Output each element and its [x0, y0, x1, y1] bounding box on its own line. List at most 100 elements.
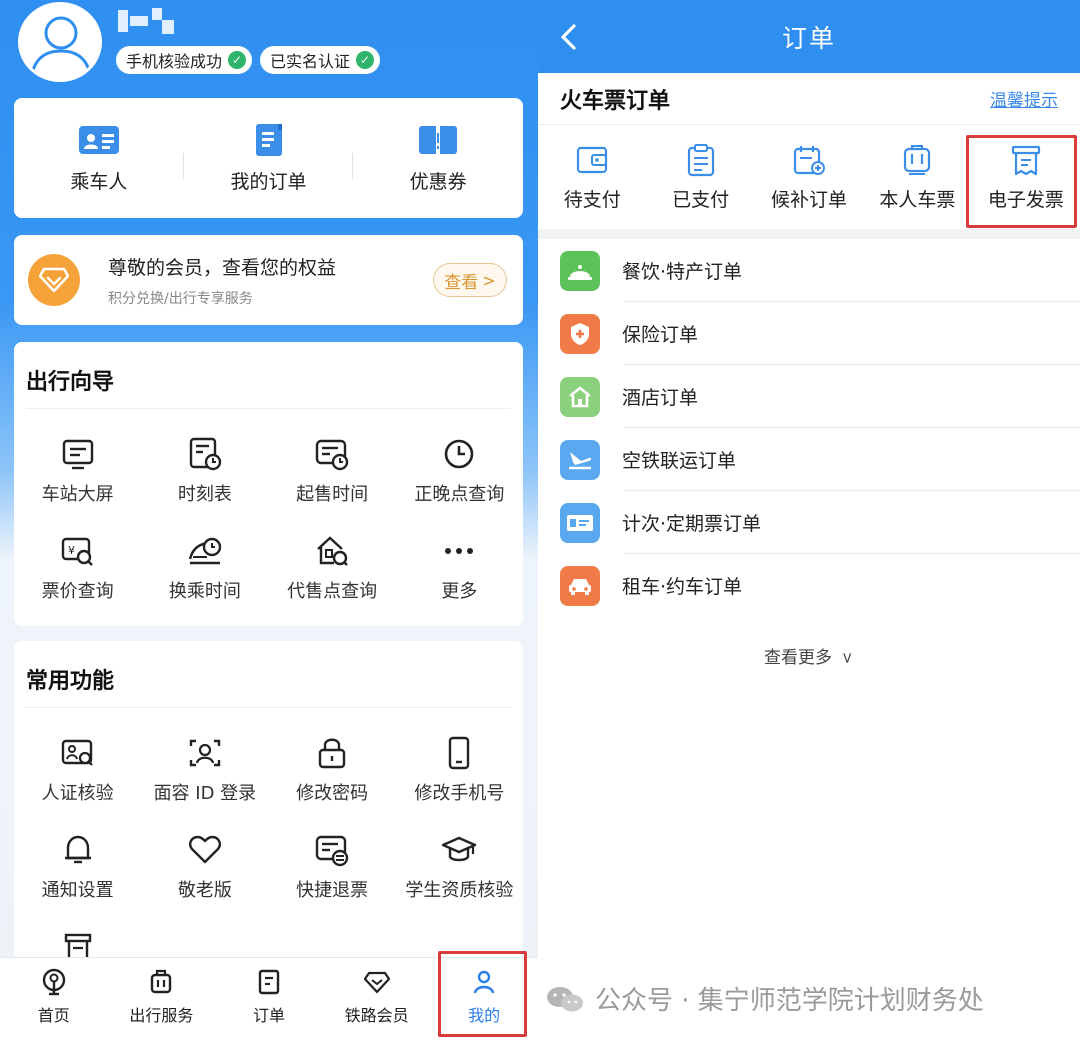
order-air-rail[interactable]: 空铁联运订单 [538, 428, 1080, 491]
passenger-card-icon [78, 125, 119, 154]
page-title: 订单 [781, 23, 836, 53]
guide-label: 时刻表 [177, 484, 232, 505]
vip-text: 尊敬的会员，查看您的权益 积分兑换/出行专享服务 [108, 253, 433, 308]
quick-my-orders[interactable]: 我的订单 [184, 123, 354, 194]
tab-label: 订单 [252, 1006, 285, 1025]
func-label: 修改密码 [296, 783, 369, 804]
pass-ticket-icon [560, 502, 600, 543]
guide-sale-time[interactable]: 起售时间 [269, 422, 396, 519]
sale-time-icon [315, 439, 349, 471]
guide-label: 起售时间 [296, 484, 369, 505]
guide-label: 车站大屏 [41, 484, 114, 505]
func-label: 快捷退票 [296, 880, 369, 901]
order-type-label: 候补订单 [771, 188, 848, 211]
order-type-waitlist[interactable]: 候补订单 [755, 143, 863, 212]
tips-link[interactable]: 温馨提示 [990, 86, 1058, 111]
wechat-icon [547, 986, 583, 1011]
func-change-password[interactable]: 修改密码 [269, 721, 396, 818]
order-label: 酒店订单 [622, 387, 699, 409]
func-elder-mode[interactable]: 敬老版 [141, 818, 268, 915]
travel-guide-grid: 车站大屏 时刻表 起售时间 正晚点查询 ¥ 票价查询 换乘时间 代售点查询 更多 [14, 422, 523, 616]
order-hotel[interactable]: 酒店订单 [538, 365, 1080, 428]
member-benefits-card[interactable]: 尊敬的会员，查看您的权益 积分兑换/出行专享服务 查看 > [14, 235, 523, 325]
func-label: 面容 ID 登录 [153, 783, 257, 804]
see-more-button[interactable]: 查看更多 > [538, 643, 1080, 668]
func-label: 敬老版 [177, 880, 232, 901]
order-type-my-tickets[interactable]: 本人车票 [863, 143, 971, 212]
order-label: 空铁联运订单 [622, 450, 737, 472]
tab-label: 出行服务 [129, 1006, 194, 1025]
guide-more[interactable]: 更多 [396, 519, 523, 616]
func-id-verify[interactable]: 人证核验 [14, 721, 141, 818]
quick-passenger[interactable]: 乘车人 [14, 123, 184, 194]
tab-orders[interactable]: 订单 [215, 958, 323, 1040]
quick-label: 我的订单 [230, 170, 307, 193]
travel-guide-card: 出行向导 车站大屏 时刻表 起售时间 正晚点查询 ¥ 票价查询 换乘时间 代售点… [14, 342, 523, 626]
phone-icon [449, 736, 470, 770]
avatar[interactable] [18, 2, 102, 82]
bell-icon [64, 835, 91, 864]
guide-delay-query[interactable]: 正晚点查询 [396, 422, 523, 519]
divider [26, 707, 511, 708]
func-face-id[interactable]: 面容 ID 登录 [141, 721, 268, 818]
guide-station-screen[interactable]: 车站大屏 [14, 422, 141, 519]
func-notifications[interactable]: 通知设置 [14, 818, 141, 915]
guide-transfer-time[interactable]: 换乘时间 [141, 519, 268, 616]
shield-plus-icon [560, 313, 600, 354]
dining-bell-icon [560, 250, 600, 291]
common-functions-card: 常用功能 人证核验 面容 ID 登录 修改密码 修改手机号 通知设置 敬老版 快… [14, 641, 523, 961]
func-change-phone[interactable]: 修改手机号 [396, 721, 523, 818]
realname-verified-badge: 已实名认证 ✓ [260, 46, 381, 74]
divider [26, 408, 511, 409]
tab-railway-member[interactable]: 铁路会员 [323, 958, 431, 1040]
tab-travel-service[interactable]: 出行服务 [108, 958, 216, 1040]
train-order-types: 待支付 已支付 候补订单 本人车票 电子发票 [538, 125, 1080, 239]
tab-home[interactable]: 首页 [0, 958, 108, 1040]
coupon-icon [419, 125, 458, 154]
order-type-paid[interactable]: 已支付 [646, 143, 754, 212]
train-orders-header: 火车票订单 温馨提示 [538, 73, 1080, 125]
quick-actions-card: 乘车人 我的订单 优惠券 [14, 98, 523, 218]
order-doc-icon [255, 123, 282, 156]
luggage-icon [151, 969, 172, 994]
quick-coupons[interactable]: 优惠券 [353, 123, 523, 194]
order-type-unpaid[interactable]: 待支付 [538, 143, 646, 212]
timetable-icon [189, 437, 222, 471]
other-orders-list: 餐饮·特产订单 保险订单 酒店订单 空铁联运订单 计次·定期票订单 租车·约车订… [538, 239, 1080, 617]
graduation-cap-icon [442, 836, 477, 862]
tab-label: 首页 [37, 1006, 70, 1025]
vip-title: 尊敬的会员，查看您的权益 [108, 256, 337, 279]
section-title: 常用功能 [26, 669, 115, 694]
more-dots-icon [445, 548, 474, 554]
order-label: 租车·约车订单 [622, 576, 743, 598]
order-car-rental[interactable]: 租车·约车订单 [538, 554, 1080, 617]
func-student-verify[interactable]: 学生资质核验 [396, 818, 523, 915]
view-benefits-button[interactable]: 查看 > [433, 263, 507, 297]
order-label: 餐饮·特产订单 [622, 261, 743, 283]
guide-timetable[interactable]: 时刻表 [141, 422, 268, 519]
common-functions-grid: 人证核验 面容 ID 登录 修改密码 修改手机号 通知设置 敬老版 快捷退票 学… [14, 721, 523, 915]
order-type-label: 已支付 [672, 188, 730, 211]
order-insurance[interactable]: 保险订单 [538, 302, 1080, 365]
clipboard-icon [687, 143, 714, 176]
func-label: 通知设置 [41, 880, 114, 901]
order-dining[interactable]: 餐饮·特产订单 [538, 239, 1080, 302]
order-label: 保险订单 [622, 324, 699, 346]
guide-fare-query[interactable]: ¥ 票价查询 [14, 519, 141, 616]
guide-label: 更多 [441, 581, 478, 602]
func-quick-refund[interactable]: 快捷退票 [269, 818, 396, 915]
section-title: 出行向导 [26, 370, 115, 395]
chevron-down-icon: > [838, 651, 857, 665]
order-icon [258, 969, 280, 995]
agency-query-icon [317, 536, 348, 566]
guide-label: 正晚点查询 [414, 484, 505, 505]
refund-ticket-icon [315, 835, 349, 867]
guide-agency-query[interactable]: 代售点查询 [269, 519, 396, 616]
back-arrow-icon[interactable] [556, 22, 582, 52]
calendar-add-icon [793, 145, 826, 175]
railway-logo-icon [42, 968, 65, 996]
vip-subtitle: 积分兑换/出行专享服务 [108, 290, 253, 307]
func-label: 学生资质核验 [405, 880, 514, 901]
id-verify-icon [61, 739, 93, 766]
order-pass-ticket[interactable]: 计次·定期票订单 [538, 491, 1080, 554]
